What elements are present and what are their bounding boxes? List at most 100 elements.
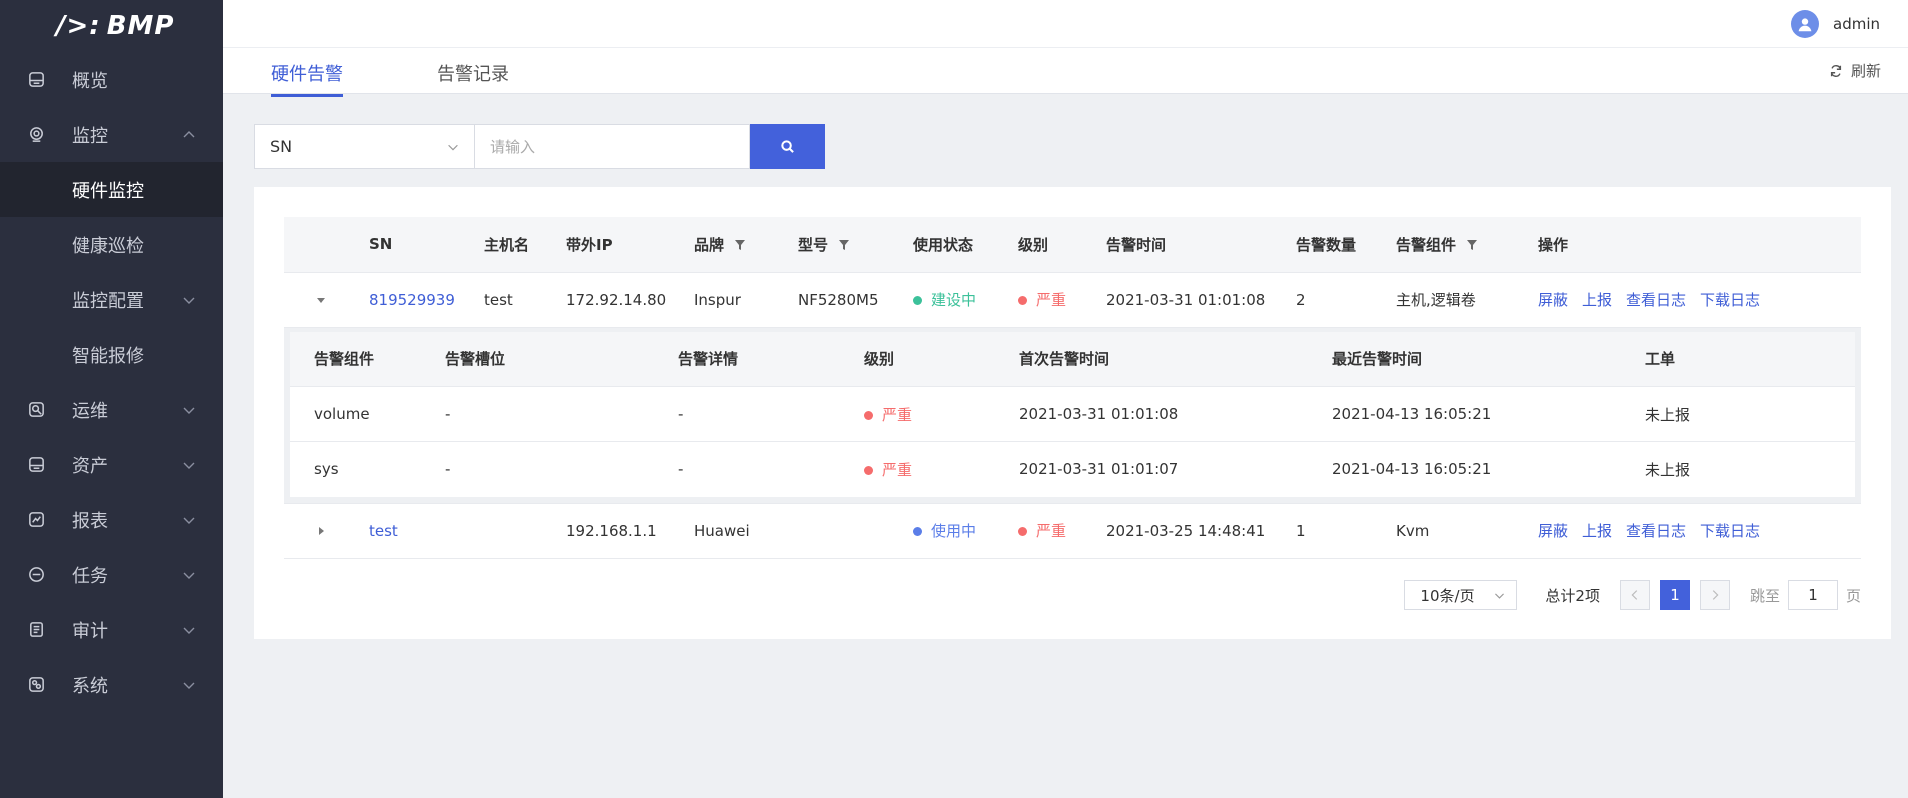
- page-number-current[interactable]: 1: [1659, 580, 1690, 610]
- sidebar-item-label: 系统: [72, 675, 108, 697]
- search-bar: SN: [254, 124, 825, 169]
- sidebar-item-system[interactable]: 系统: [0, 657, 223, 712]
- ops-cell: 屏蔽 上报 查看日志 下载日志: [1538, 272, 1861, 328]
- sn-text: 819529939: [369, 290, 455, 309]
- page-suffix: 页: [1845, 586, 1861, 605]
- ops-icon: [26, 400, 46, 420]
- hostname-cell: [484, 503, 566, 559]
- sidebar-item-label: 资产: [72, 455, 108, 477]
- shield-action[interactable]: 屏蔽: [1538, 291, 1568, 309]
- column-header-model: 型号: [798, 217, 913, 273]
- chevron-right-icon: [1712, 590, 1719, 600]
- count-cell: 1: [1296, 503, 1396, 559]
- detail-header-row: 告警组件 告警槽位 告警详情 级别 首次告警时间 最近告警时间 工单: [290, 331, 1855, 387]
- page-size-select[interactable]: 10条/页: [1404, 580, 1518, 610]
- refresh-button[interactable]: 刷新: [1829, 60, 1881, 81]
- model-cell: NF5280M5: [798, 272, 913, 328]
- monitor-icon: [26, 125, 46, 145]
- sidebar-subitem-label: 监控配置: [72, 290, 144, 312]
- detail-column-header: 最近告警时间: [1332, 331, 1645, 387]
- search-button[interactable]: [750, 124, 825, 169]
- brand-cell: Inspur: [694, 272, 798, 328]
- chevron-left-icon: [1631, 590, 1638, 600]
- sidebar-item-asset[interactable]: 资产: [0, 437, 223, 492]
- filter-icon[interactable]: [838, 239, 850, 251]
- sidebar-item-audit[interactable]: 审计: [0, 602, 223, 657]
- detail-column-header: 级别: [864, 331, 1019, 387]
- column-header: 级别: [1018, 217, 1106, 273]
- sidebar-item-ops[interactable]: 运维: [0, 382, 223, 437]
- sidebar-item-task[interactable]: 任务: [0, 547, 223, 602]
- ops-cell: 屏蔽 上报 查看日志 下载日志: [1538, 503, 1861, 559]
- tab-hardware-alarm[interactable]: 硬件告警: [271, 60, 343, 97]
- sn-link[interactable]: test: [369, 503, 484, 559]
- prev-page-button[interactable]: [1619, 580, 1650, 610]
- logo[interactable]: />: BMP: [0, 0, 223, 52]
- sidebar-item-label: 审计: [72, 620, 108, 642]
- level-dot-icon: [864, 410, 873, 420]
- logo-text: BMP: [106, 11, 175, 41]
- column-header: SN: [369, 217, 484, 273]
- sidebar-item-overview[interactable]: 概览: [0, 52, 223, 107]
- chevron-down-icon: [183, 572, 195, 579]
- expand-toggle[interactable]: [284, 503, 369, 559]
- level-dot-icon: [1018, 296, 1027, 305]
- chevron-down-icon: [183, 682, 195, 689]
- search-field-value: SN: [270, 137, 293, 156]
- alarm-table: SN 主机名 带外IP 品牌 型号 使用状态 级别 告警时间 告警数量 告警组件…: [284, 217, 1861, 559]
- ip-cell: 172.92.14.80: [566, 272, 694, 328]
- status-cell: 建设中: [913, 272, 1018, 328]
- detail-component: sys: [314, 460, 339, 479]
- report-action[interactable]: 上报: [1582, 291, 1612, 309]
- column-header: 操作: [1538, 217, 1861, 273]
- column-header-brand: 品牌: [694, 217, 798, 273]
- detail-column-header: 告警槽位: [445, 331, 678, 387]
- detail-slot: -: [445, 460, 451, 479]
- caret-right-icon: [319, 526, 324, 535]
- column-header: 主机名: [484, 217, 566, 273]
- detail-first-time: 2021-03-31 01:01:08: [1019, 386, 1332, 442]
- username: admin: [1833, 15, 1880, 33]
- sidebar-item-report[interactable]: 报表: [0, 492, 223, 547]
- sidebar-subitem-monitor-config[interactable]: 监控配置: [0, 272, 223, 327]
- sidebar-subitem-smart-repair[interactable]: 智能报修: [0, 327, 223, 382]
- detail-ticket: 未上报: [1645, 460, 1691, 479]
- detail-column-header: 告警组件: [290, 331, 445, 387]
- filter-icon[interactable]: [734, 239, 746, 251]
- search-input[interactable]: [475, 124, 750, 169]
- table-row: test 192.168.1.1 Huawei 使用中 严重 2021-03-2…: [284, 503, 1861, 559]
- detail-ticket: 未上报: [1645, 386, 1855, 442]
- expand-toggle[interactable]: [284, 272, 369, 328]
- count-cell: 2: [1296, 272, 1396, 328]
- page-size-value: 10条/页: [1420, 586, 1475, 605]
- download-log-action[interactable]: 下载日志: [1700, 291, 1760, 309]
- sidebar-subitem-hardware-monitor[interactable]: 硬件监控: [0, 162, 223, 217]
- chevron-down-icon: [1495, 593, 1505, 599]
- sn-link[interactable]: 819529939: [369, 272, 484, 328]
- user-menu[interactable]: admin: [1791, 10, 1880, 38]
- filter-icon[interactable]: [1466, 239, 1478, 251]
- level-cell: 严重: [1018, 503, 1106, 559]
- system-icon: [26, 675, 46, 695]
- sidebar-item-label: 任务: [72, 565, 108, 587]
- status-text: 使用中: [931, 522, 977, 540]
- jump-page-input[interactable]: [1787, 580, 1838, 610]
- next-page-button[interactable]: [1699, 580, 1730, 610]
- pagination: 10条/页 总计2项 1 跳至 页: [1404, 580, 1861, 610]
- report-action[interactable]: 上报: [1582, 522, 1612, 540]
- view-log-action[interactable]: 查看日志: [1626, 291, 1686, 309]
- sidebar-item-monitor[interactable]: 监控: [0, 107, 223, 162]
- download-log-action[interactable]: 下载日志: [1700, 522, 1760, 540]
- sidebar-subitem-health-check[interactable]: 健康巡检: [0, 217, 223, 272]
- view-log-action[interactable]: 查看日志: [1626, 522, 1686, 540]
- logo-mark-icon: />:: [56, 11, 101, 41]
- search-field-select[interactable]: SN: [254, 124, 475, 169]
- level-text: 严重: [1036, 291, 1067, 309]
- model-cell: [798, 503, 913, 559]
- component-cell: 主机,逻辑卷: [1396, 272, 1538, 328]
- tab-alarm-records[interactable]: 告警记录: [437, 60, 509, 94]
- detail-first-time: 2021-03-31 01:01:07: [1019, 460, 1179, 479]
- shield-action[interactable]: 屏蔽: [1538, 522, 1568, 540]
- detail-row: sys - - 严重 2021-03-31 01:01:07 2021-04-1…: [290, 442, 1855, 497]
- hostname-cell: test: [484, 272, 566, 328]
